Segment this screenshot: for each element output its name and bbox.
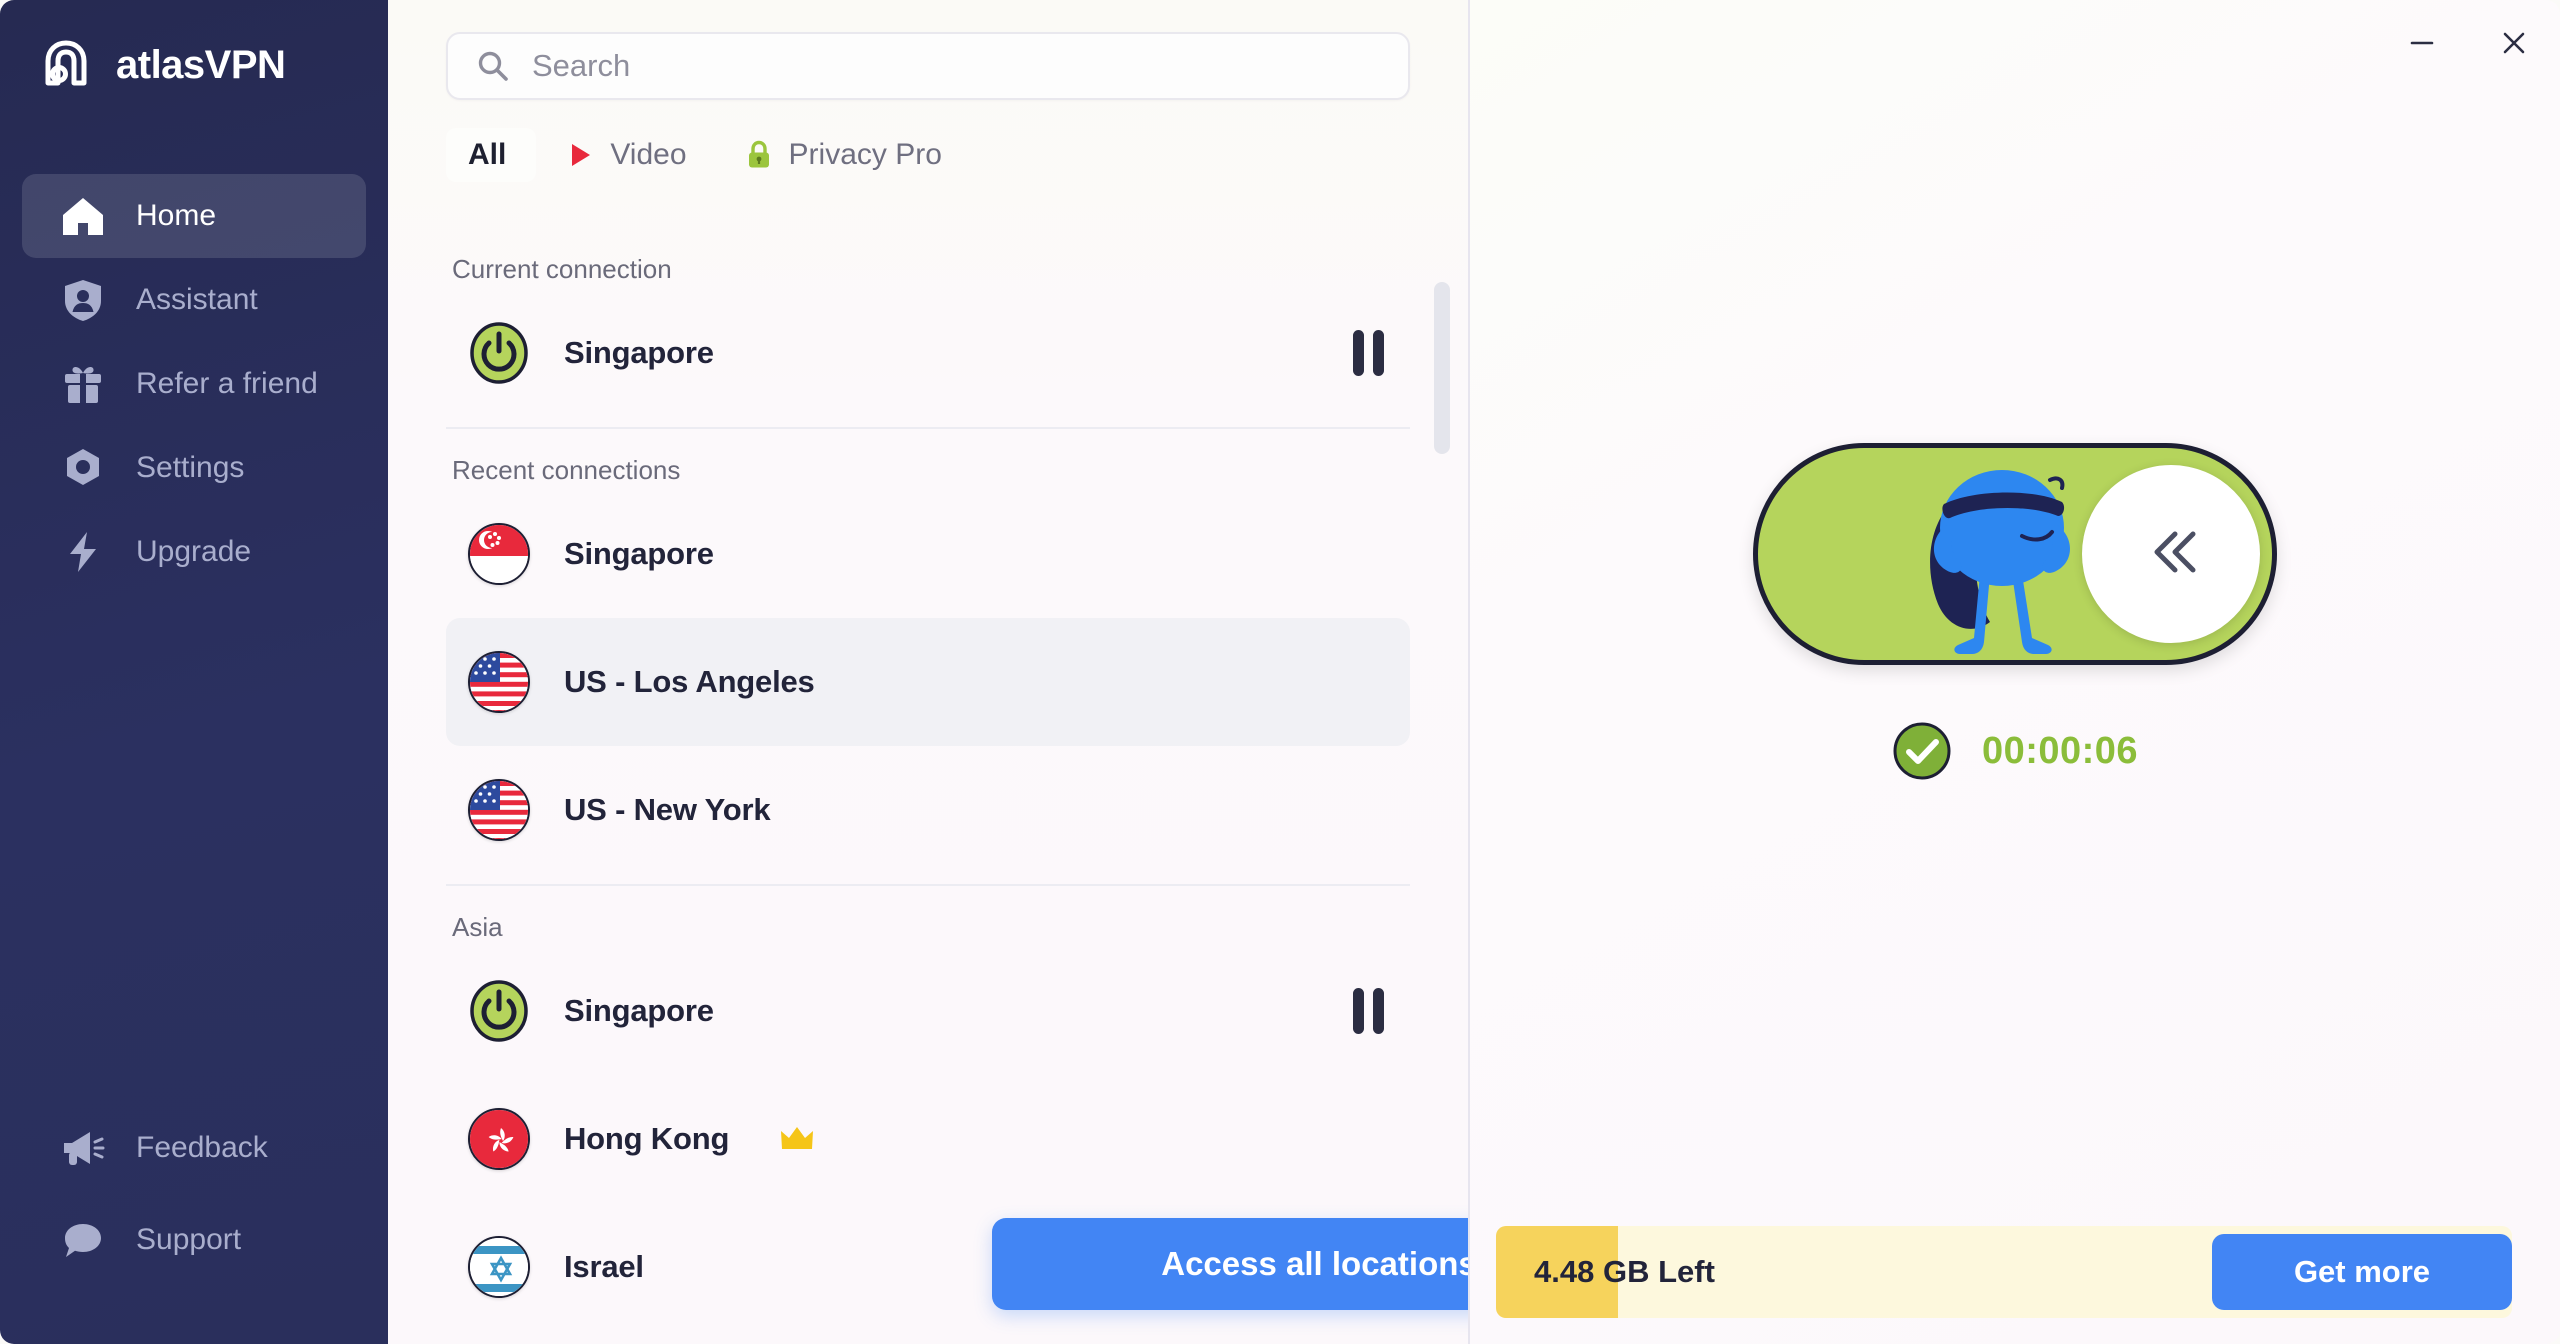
shield-person-icon [60,277,106,323]
sidebar-item-label: Settings [136,451,245,484]
sidebar-item-home[interactable]: Home [22,174,366,258]
sidebar-item-label: Upgrade [136,535,252,568]
sidebar-item-label: Feedback [136,1131,268,1164]
lightning-bolt-icon [60,529,106,575]
location-name: US - Los Angeles [564,664,815,699]
connection-timer: 00:00:06 [1892,721,2138,781]
location-row-us-new-york[interactable]: US - New York [446,746,1410,874]
check-circle-icon [1892,721,1952,781]
search-icon [476,49,510,83]
flag-usa [468,779,530,841]
home-icon [60,193,106,239]
connection-center: 00:00:06 [1470,0,2560,1344]
premium-crown-icon [779,1124,815,1154]
sidebar: atlasVPN Home Assistant Refer a friend S… [0,0,388,1344]
megaphone-icon [60,1125,106,1171]
flag-israel [468,1236,530,1298]
sidebar-item-label: Refer a friend [136,367,318,400]
double-chevron-left-icon [2131,512,2211,597]
access-all-locations-button[interactable]: Access all locations [992,1218,1468,1310]
sidebar-nav-bottom: Feedback Support [0,1102,388,1344]
sidebar-item-label: Assistant [136,283,258,316]
brand: atlasVPN [0,34,388,96]
location-name: Singapore [564,536,714,571]
section-label-current-connection: Current connection [452,254,672,284]
location-row-asia-singapore[interactable]: Singapore [446,947,1410,1075]
section-label-recent-connections: Recent connections [452,455,681,485]
get-more-button[interactable]: Get more [2212,1234,2512,1310]
sidebar-item-label: Support [136,1223,242,1256]
play-triangle-icon [564,139,596,171]
gear-nut-icon [60,445,106,491]
flag-usa [468,651,530,713]
sidebar-item-support[interactable]: Support [22,1194,366,1286]
brand-name: atlasVPN [116,42,286,87]
search-wrapper [388,0,1468,100]
filter-tabs: All Video Privacy Pro [388,100,1468,182]
search-input[interactable] [532,48,1380,84]
location-name: Israel [564,1249,644,1284]
data-unit-label: GB Left [1594,1254,1715,1289]
toggle-knob[interactable] [2082,465,2260,643]
location-row-hong-kong[interactable]: Hong Kong [446,1075,1410,1203]
chat-bubble-icon [60,1217,106,1263]
location-name: Hong Kong [564,1121,730,1156]
gift-icon [60,361,106,407]
sidebar-item-upgrade[interactable]: Upgrade [22,510,366,594]
connection-panel: 00:00:06 4.48 GB Left Get more [1470,0,2560,1344]
locations-scrollbar[interactable] [1434,282,1450,454]
location-row-us-los-angeles[interactable]: US - Los Angeles [446,618,1410,746]
sidebar-item-feedback[interactable]: Feedback [22,1102,366,1194]
atlas-logo-icon [38,37,94,93]
sidebar-item-settings[interactable]: Settings [22,426,366,510]
sidebar-item-refer-a-friend[interactable]: Refer a friend [22,342,366,426]
data-meter-bar: 4.48 GB Left Get more [1496,1226,2512,1318]
sidebar-item-label: Home [136,199,217,232]
vpn-connection-toggle[interactable] [1753,443,2277,665]
location-name: US - New York [564,792,771,827]
power-on-icon [468,980,530,1042]
tab-label: Privacy Pro [788,138,942,171]
power-on-icon [468,322,530,384]
locations-panel: All Video Privacy Pro Curre [388,0,1470,1344]
location-name: Singapore [564,993,714,1028]
sidebar-nav-top: Home Assistant Refer a friend Settings U… [0,174,388,594]
location-row-recent-singapore[interactable]: Singapore [446,490,1410,618]
sidebar-item-assistant[interactable]: Assistant [22,258,366,342]
search-box[interactable] [446,32,1410,100]
section-label-asia: Asia [452,912,503,942]
location-name: Singapore [564,335,714,370]
pause-icon[interactable] [1353,330,1384,376]
tab-all[interactable]: All [446,128,537,182]
timer-value: 00:00:06 [1981,729,2139,772]
tab-label: Video [610,138,687,171]
tab-label: All [468,138,507,171]
tab-video[interactable]: Video [536,128,714,182]
data-amount: 4.48 [1534,1254,1595,1289]
pause-icon[interactable] [1353,988,1384,1034]
tab-privacy-pro[interactable]: Privacy Pro [715,128,970,182]
green-lock-icon [743,139,775,171]
location-row-current-singapore[interactable]: Singapore [446,289,1410,417]
locations-scroll-area[interactable]: Current connection Singapore Recent conn… [388,228,1468,1344]
flag-hongkong [468,1108,530,1170]
flag-singapore [468,523,530,585]
data-usage-label: 4.48 GB Left [1496,1254,1715,1290]
